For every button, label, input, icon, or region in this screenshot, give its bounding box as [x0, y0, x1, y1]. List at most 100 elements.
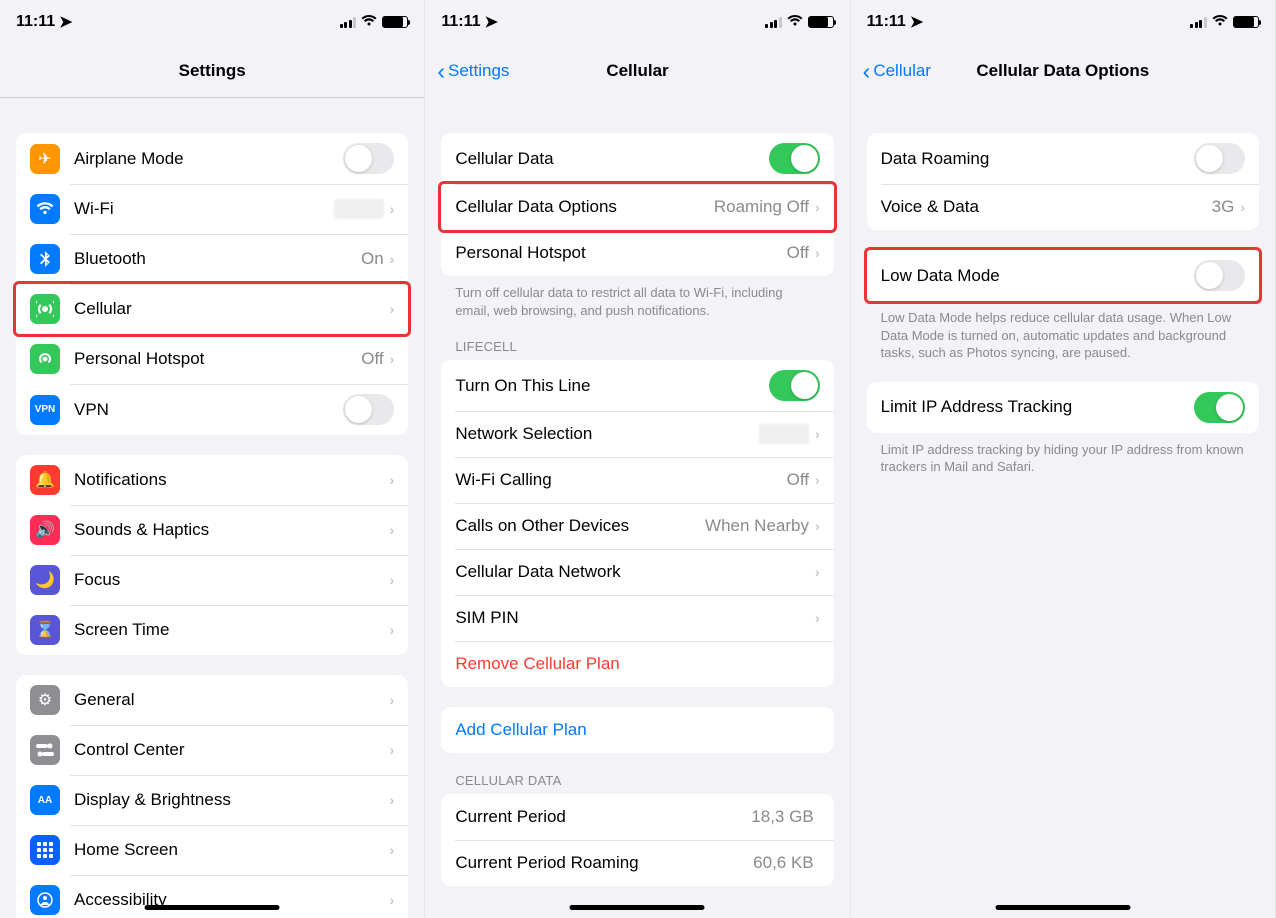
- options-content[interactable]: Data RoamingVoice & Data3G› Low Data Mod…: [851, 98, 1275, 918]
- status-icons: [765, 14, 834, 31]
- status-time: 11:11: [867, 13, 906, 31]
- chevron-right-icon: ›: [815, 245, 820, 261]
- row-cellular-data[interactable]: Cellular Data: [441, 133, 833, 184]
- chevron-left-icon: ‹: [863, 60, 871, 83]
- home-indicator[interactable]: [570, 905, 705, 910]
- toggle-low-data-mode[interactable]: [1194, 260, 1245, 291]
- row-label: Cellular Data: [455, 149, 768, 169]
- row-display-brightness[interactable]: AADisplay & Brightness›: [16, 775, 408, 825]
- aa-icon: AA: [30, 785, 60, 815]
- row-wi-fi-calling[interactable]: Wi-Fi CallingOff›: [441, 457, 833, 503]
- row-cellular-data-options[interactable]: Cellular Data OptionsRoaming Off›: [441, 184, 833, 230]
- row-value: On: [361, 249, 384, 269]
- switches-icon: [30, 735, 60, 765]
- toggle-cellular-data[interactable]: [769, 143, 820, 174]
- status-time: 11:11: [441, 13, 480, 31]
- antenna-icon: [30, 294, 60, 324]
- row-general[interactable]: ⚙︎General›: [16, 675, 408, 725]
- row-bluetooth[interactable]: BluetoothOn›: [16, 234, 408, 284]
- cellular-content[interactable]: Cellular Data Cellular Data OptionsRoamin…: [425, 98, 849, 918]
- settings-content[interactable]: ✈︎Airplane ModeWi-Fi›BluetoothOn›Cellula…: [0, 98, 424, 918]
- row-label: Cellular Data Options: [455, 197, 714, 217]
- row-network-selection[interactable]: Network Selection›: [441, 411, 833, 457]
- toggle-vpn[interactable]: [343, 394, 394, 425]
- battery-icon: [382, 16, 408, 28]
- toggle-airplane-mode[interactable]: [343, 143, 394, 174]
- chevron-right-icon: ›: [390, 472, 395, 488]
- low-data-group: Low Data Mode: [867, 250, 1259, 301]
- row-remove-cellular-plan[interactable]: Remove Cellular Plan: [441, 641, 833, 687]
- toggle-data-roaming[interactable]: [1194, 143, 1245, 174]
- row-focus[interactable]: 🌙Focus›: [16, 555, 408, 605]
- row-add-cellular-plan[interactable]: Add Cellular Plan: [441, 707, 833, 753]
- back-button[interactable]: ‹Settings: [437, 60, 509, 83]
- status-bar: 11:11➤: [851, 0, 1275, 44]
- row-calls-on-other-devices[interactable]: Calls on Other DevicesWhen Nearby ›: [441, 503, 833, 549]
- row-value: 3G: [1212, 197, 1235, 217]
- row-cellular-data-network[interactable]: Cellular Data Network›: [441, 549, 833, 595]
- cellular-data-group: Cellular Data Cellular Data OptionsRoamin…: [441, 133, 833, 276]
- row-notifications[interactable]: 🔔 Notifications›: [16, 455, 408, 505]
- location-icon: ➤: [484, 12, 497, 32]
- row-label: Notifications: [74, 470, 390, 490]
- row-label: Calls on Other Devices: [455, 516, 705, 536]
- home-indicator[interactable]: [995, 905, 1130, 910]
- row-value: Off: [787, 470, 809, 490]
- row-label: Low Data Mode: [881, 266, 1194, 286]
- row-home-screen[interactable]: Home Screen›: [16, 825, 408, 875]
- ip-tracking-footer: Limit IP address tracking by hiding your…: [851, 433, 1275, 476]
- screen-cellular-data-options: 11:11➤ ‹Cellular Cellular Data Options D…: [851, 0, 1276, 918]
- row-low-data-mode[interactable]: Low Data Mode: [867, 250, 1259, 301]
- row-screen-time[interactable]: ⌛Screen Time›: [16, 605, 408, 655]
- airplane-icon: ✈︎: [30, 144, 60, 174]
- status-bar: 11:11➤: [0, 0, 424, 44]
- row-current-period: Current Period18,3 GB: [441, 794, 833, 840]
- row-label: Remove Cellular Plan: [455, 654, 819, 674]
- chevron-right-icon: ›: [390, 572, 395, 588]
- toggle-turn-on-this-line[interactable]: [769, 370, 820, 401]
- carrier-header: LIFECELL: [425, 319, 849, 360]
- row-current-period-roaming: Current Period Roaming60,6 KB: [441, 840, 833, 886]
- row-personal-hotspot[interactable]: Personal HotspotOff›: [441, 230, 833, 276]
- chevron-right-icon: ›: [390, 622, 395, 638]
- row-cellular[interactable]: Cellular›: [16, 284, 408, 334]
- moon-icon: 🌙: [30, 565, 60, 595]
- row-sim-pin[interactable]: SIM PIN›: [441, 595, 833, 641]
- home-indicator[interactable]: [145, 905, 280, 910]
- row-personal-hotspot[interactable]: Personal HotspotOff›: [16, 334, 408, 384]
- row-accessibility[interactable]: Accessibility›: [16, 875, 408, 918]
- row-control-center[interactable]: Control Center›: [16, 725, 408, 775]
- row-sounds-haptics[interactable]: 🔊Sounds & Haptics›: [16, 505, 408, 555]
- chevron-right-icon: ›: [815, 518, 820, 534]
- nav-bar: ‹Cellular Cellular Data Options: [851, 44, 1275, 98]
- row-label: General: [74, 690, 390, 710]
- general-group: ⚙︎General›Control Center›AADisplay & Bri…: [16, 675, 408, 918]
- row-value: When Nearby: [705, 516, 809, 536]
- row-label: Control Center: [74, 740, 390, 760]
- row-label: Screen Time: [74, 620, 390, 640]
- row-label: Cellular Data Network: [455, 562, 815, 582]
- toggle-limit-ip-address-tracking[interactable]: [1194, 392, 1245, 423]
- row-label: Wi-Fi: [74, 199, 334, 219]
- wifi-icon: [361, 14, 377, 31]
- row-label: Sounds & Haptics: [74, 520, 390, 540]
- battery-icon: [1233, 16, 1259, 28]
- row-wi-fi[interactable]: Wi-Fi›: [16, 184, 408, 234]
- back-button[interactable]: ‹Cellular: [863, 60, 931, 83]
- status-icons: [1190, 14, 1259, 31]
- cellular-signal-icon: [1190, 17, 1207, 28]
- row-label: VPN: [74, 400, 343, 420]
- row-limit-ip-address-tracking[interactable]: Limit IP Address Tracking: [867, 382, 1259, 433]
- row-voice-data[interactable]: Voice & Data3G›: [867, 184, 1259, 230]
- hotspot-icon: [30, 344, 60, 374]
- low-data-footer: Low Data Mode helps reduce cellular data…: [851, 301, 1275, 362]
- usage-header: CELLULAR DATA: [425, 753, 849, 794]
- bell-icon: 🔔: [30, 465, 60, 495]
- chevron-right-icon: ›: [390, 742, 395, 758]
- row-data-roaming[interactable]: Data Roaming: [867, 133, 1259, 184]
- battery-icon: [808, 16, 834, 28]
- row-turn-on-this-line[interactable]: Turn On This Line: [441, 360, 833, 411]
- row-vpn[interactable]: VPNVPN: [16, 384, 408, 435]
- row-airplane-mode[interactable]: ✈︎Airplane Mode: [16, 133, 408, 184]
- cellular-data-footer: Turn off cellular data to restrict all d…: [425, 276, 849, 319]
